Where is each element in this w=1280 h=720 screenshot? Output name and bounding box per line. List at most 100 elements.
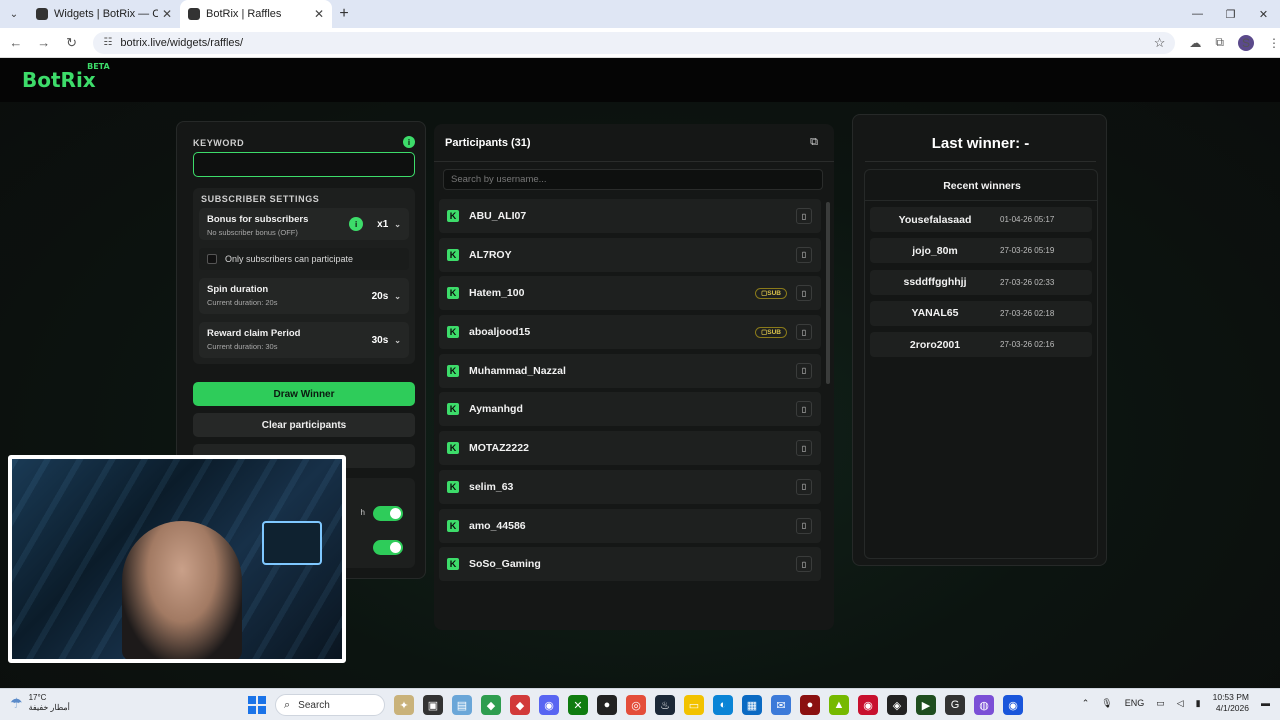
spin-duration-dropdown[interactable]: 20s ⌄ — [372, 288, 401, 304]
android-app-icon[interactable]: ◆ — [481, 695, 501, 715]
clear-participants-button[interactable]: Clear participants — [193, 413, 415, 437]
remove-participant-icon[interactable]: ▯ — [796, 208, 812, 224]
xbox-icon[interactable]: ✕ — [568, 695, 588, 715]
only-subscribers-checkbox-row[interactable]: Only subscribers can participate — [199, 248, 409, 270]
weather-widget[interactable]: ☂ 17°C أمطار خفيفة — [10, 693, 70, 713]
recent-winner-row: Yousefalasaad 01-04-26 05:17 — [870, 207, 1092, 232]
remove-participant-icon[interactable]: ▯ — [796, 401, 812, 418]
mail-icon[interactable]: ✉ — [771, 695, 791, 715]
bonus-multiplier-dropdown[interactable]: i x1 ⌄ — [349, 216, 401, 232]
bookmark-star-icon[interactable]: ☆ — [1154, 35, 1166, 51]
draw-winner-button[interactable]: Draw Winner — [193, 382, 415, 406]
participant-name: aboaljood15 — [469, 326, 531, 339]
bonus-setting-row: Bonus for subscribers No subscriber bonu… — [199, 208, 409, 240]
restore-icon[interactable]: ❐ — [1214, 0, 1247, 28]
participant-row[interactable]: Kaboaljood15 ▢ SUB ▯ — [439, 315, 821, 350]
site-info-icon[interactable]: ☷ — [103, 37, 112, 48]
remove-participant-icon[interactable]: ▯ — [796, 478, 812, 495]
discord-icon[interactable]: ◉ — [539, 695, 559, 715]
url-field[interactable]: ☷ botrix.live/widgets/raffles/ ☆ — [93, 31, 1176, 54]
participant-row[interactable]: K Aymanhgd ▯ — [439, 392, 821, 427]
remove-participant-icon[interactable]: ▯ — [796, 362, 812, 379]
participant-row[interactable]: K MOTAZ2222 ▯ — [439, 431, 821, 466]
participant-row[interactable]: K AL7ROY ▯ — [439, 237, 821, 272]
back-arrow-icon[interactable]: ← — [4, 35, 28, 50]
toggle-switch-1[interactable] — [373, 506, 403, 521]
remove-participant-icon[interactable]: ▯ — [796, 517, 812, 534]
forward-arrow-icon[interactable]: → — [32, 35, 56, 50]
edge-icon[interactable]: ◐ — [713, 695, 733, 715]
remove-participant-icon[interactable]: ▯ — [796, 285, 812, 302]
only-subscribers-checkbox[interactable] — [207, 254, 217, 264]
g-app-icon[interactable]: G — [945, 695, 965, 715]
keyword-input[interactable] — [193, 152, 415, 177]
network-icon[interactable]: ▭ — [1156, 698, 1165, 709]
language-indicator[interactable]: ENG — [1125, 698, 1145, 708]
obs-icon[interactable]: ● — [597, 695, 617, 715]
red-app-icon[interactable]: ◆ — [510, 695, 530, 715]
remove-participant-icon[interactable]: ▯ — [796, 556, 812, 573]
menu-dots-icon[interactable]: ⋮ — [1268, 36, 1280, 50]
ea-app-icon[interactable]: ◉ — [1003, 695, 1023, 715]
chevron-down-icon: ⌄ — [394, 335, 401, 345]
remove-participant-icon[interactable]: ▯ — [796, 440, 812, 457]
windows-start-icon[interactable] — [248, 696, 266, 714]
copy-icon[interactable]: ⧉ — [806, 134, 822, 150]
participant-name: AL7ROY — [469, 248, 512, 261]
browser-tab-widgets[interactable]: Widgets | BotRix — Cloud Strea ✕ — [28, 0, 180, 28]
chrome-icon[interactable]: ◎ — [626, 695, 646, 715]
photos-app-icon[interactable]: ▤ — [452, 695, 472, 715]
keyword-label: KEYWORD — [193, 138, 245, 148]
participant-row[interactable]: K SoSo_Gaming ▯ — [439, 547, 821, 582]
participant-name: Aymanhgd — [469, 403, 523, 416]
remove-participant-icon[interactable]: ▯ — [796, 246, 812, 263]
black-app-icon[interactable]: ◈ — [887, 695, 907, 715]
browser-tab-raffles[interactable]: BotRix | Raffles ✕ — [180, 0, 332, 28]
close-tab-icon[interactable]: ✕ — [162, 7, 172, 21]
minimize-icon[interactable]: — — [1181, 0, 1214, 28]
battery-icon[interactable]: ▮ — [1196, 698, 1201, 709]
participants-title: Participants (31) — [445, 137, 531, 149]
taskbar-search[interactable]: ⌕ Search — [275, 694, 385, 716]
close-window-icon[interactable]: ✕ — [1247, 0, 1280, 28]
reward-claim-dropdown[interactable]: 30s ⌄ — [372, 332, 401, 348]
cloud-icon[interactable]: ☁ — [1189, 36, 1201, 50]
red-circle-app-icon[interactable]: ● — [800, 695, 820, 715]
kick-logo-icon: K — [447, 248, 459, 261]
green-app-icon[interactable]: ▶ — [916, 695, 936, 715]
file-explorer-icon[interactable]: ▭ — [684, 695, 704, 715]
clock[interactable]: 10:53 PM 4/1/2026 — [1213, 692, 1249, 714]
participant-list-scrollbar[interactable] — [826, 202, 830, 384]
remove-participant-icon[interactable]: ▯ — [796, 324, 812, 341]
info-icon[interactable]: i — [403, 136, 415, 148]
notifications-icon[interactable]: ▬ — [1261, 698, 1270, 708]
volume-icon[interactable]: ◁ — [1177, 698, 1184, 709]
reload-icon[interactable]: ↻ — [60, 35, 84, 51]
participant-row[interactable]: K Muhammad_Nazzal ▯ — [439, 353, 821, 388]
profile-avatar[interactable]: S — [1237, 34, 1254, 51]
new-tab-plus-icon[interactable]: + — [332, 5, 356, 23]
purple-app-icon[interactable]: ◍ — [974, 695, 994, 715]
participant-search-input[interactable] — [443, 169, 823, 190]
participant-row[interactable]: K Hatem_100 ▢ SUB ▯ — [439, 276, 821, 311]
botrix-logo[interactable]: BotRix BETA — [22, 62, 110, 92]
store-icon[interactable]: ▦ — [742, 695, 762, 715]
participant-row[interactable]: K ABU_ALI07 ▯ — [439, 199, 821, 233]
tab-list-chevron-icon[interactable]: ⌄ — [0, 0, 28, 28]
participant-row[interactable]: Kselim_63 ▯ — [439, 469, 821, 504]
extensions-icon[interactable]: ⧉ — [1215, 35, 1224, 50]
steam-icon[interactable]: ♨ — [655, 695, 675, 715]
toggle-switch-2[interactable] — [373, 540, 403, 555]
info-icon[interactable]: i — [349, 217, 364, 231]
chevron-up-icon[interactable]: ⌃ — [1082, 698, 1090, 709]
chevron-down-icon: ⌄ — [394, 291, 401, 301]
microphone-icon[interactable]: 🎙 — [1101, 698, 1112, 709]
close-tab-icon[interactable]: ✕ — [314, 7, 324, 21]
nvidia-icon[interactable]: ▲ — [829, 695, 849, 715]
botrix-favicon-icon — [188, 8, 200, 20]
widget-app-icon[interactable]: ✦ — [394, 695, 414, 715]
participant-row[interactable]: Kamo_44586 ▯ — [439, 508, 821, 543]
webcam-streamer — [122, 521, 242, 659]
task-view-icon[interactable]: ▣ — [423, 695, 443, 715]
red-logo-app-icon[interactable]: ◉ — [858, 695, 878, 715]
